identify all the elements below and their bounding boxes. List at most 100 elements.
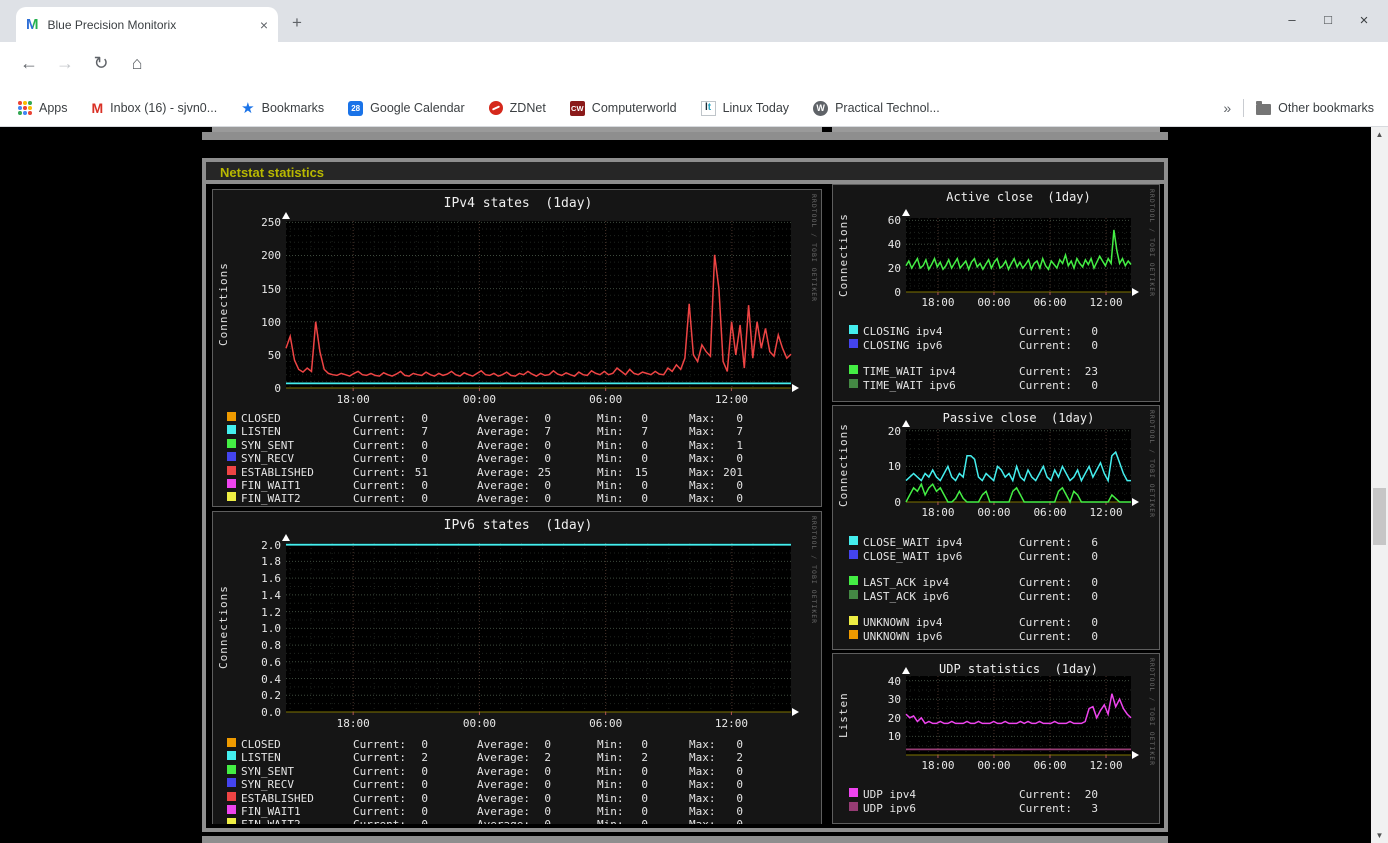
legend-current-value: 2: [421, 751, 428, 765]
legend-current-label: Current:: [1019, 549, 1072, 563]
legend-row: FIN_WAIT2Current:0Average:0Min:0Max:0: [213, 492, 821, 505]
tab-close-icon[interactable]: ×: [260, 17, 268, 33]
home-icon[interactable]: ⌂: [124, 53, 150, 74]
y-tick-label: 1.4: [261, 588, 281, 602]
legend-label: FIN_WAIT2: [241, 818, 301, 824]
legend-label: ESTABLISHED: [241, 465, 314, 479]
rrdtool-watermark: RRDTOOL / TOBI OETIKER: [810, 194, 818, 303]
scrollbar-down-icon[interactable]: ▼: [1371, 828, 1388, 843]
window-close-button[interactable]: ×: [1354, 12, 1374, 29]
axis-up-arrow-icon: [902, 420, 910, 427]
legend-current-value: 0: [421, 738, 428, 751]
legend-current-label: Current:: [1019, 325, 1072, 338]
y-tick-label: 1.6: [261, 572, 281, 586]
window-minimize-button[interactable]: –: [1282, 12, 1302, 27]
x-tick-label: 06:00: [589, 393, 623, 406]
bookmark-item[interactable]: CW Computerworld: [569, 100, 677, 116]
legend-min-value: 0: [641, 492, 648, 506]
x-tick-label: 00:00: [462, 393, 496, 406]
legend-label: LAST_ACK ipv4: [863, 576, 950, 589]
legend-swatch: [227, 751, 236, 761]
bookmark-item[interactable]: M Inbox (16) - sjvn0...: [92, 100, 218, 116]
bookmark-label: ZDNet: [509, 101, 546, 115]
browser-titlebar: M Blue Precision Monitorix × + – □ ×: [0, 0, 1388, 42]
legend-label: UNKNOWN ipv4: [863, 616, 943, 629]
y-axis-label: Connections: [837, 213, 850, 297]
bookmark-item[interactable]: ★ Bookmarks: [241, 99, 324, 117]
y-tick-label: 0: [894, 286, 901, 299]
browser-tab[interactable]: M Blue Precision Monitorix ×: [16, 7, 278, 42]
page-scrollbar[interactable]: ▲ ▼: [1371, 127, 1388, 843]
new-tab-button[interactable]: +: [292, 13, 302, 33]
scrollbar-up-icon[interactable]: ▲: [1371, 127, 1388, 142]
y-tick-label: 40: [887, 238, 901, 252]
legend-max-value: 7: [736, 425, 743, 439]
legend-swatch: [227, 818, 236, 824]
x-tick-label: 12:00: [714, 717, 748, 730]
legend-swatch: [849, 365, 858, 374]
legend-swatch: [849, 616, 858, 625]
legend-max-value: 201: [723, 465, 743, 479]
web-page-content: Netstat statistics IPv4 states (1day) Con…: [0, 127, 1371, 843]
x-tick-label: 12:00: [1089, 759, 1123, 772]
window-maximize-button[interactable]: □: [1318, 12, 1338, 27]
bookmarks-overflow-icon[interactable]: »: [1223, 100, 1231, 116]
x-tick-label: 00:00: [977, 506, 1011, 519]
bookmark-item[interactable]: Apps: [18, 101, 68, 115]
legend-row: SYN_RECV Current: 0 Average: 0 Min: 0 Max: 0: [213, 452, 821, 465]
legend-current-label: Current:: [1019, 338, 1072, 352]
legend-label: ESTABLISHED: [241, 791, 314, 805]
legend-current-value: 51: [414, 465, 428, 479]
legend-label: UDP ipv6: [863, 801, 916, 815]
chart-plot-area: [905, 429, 1131, 505]
legend-current-value: 0: [421, 452, 428, 466]
star-icon: ★: [241, 100, 255, 117]
chart-title: UDP statistics (1day): [939, 662, 1098, 676]
legend-average-value: 0: [544, 452, 551, 466]
forward-icon: →: [56, 53, 74, 73]
legend-min-value: 0: [641, 805, 648, 818]
bookmark-item[interactable]: W Practical Technol...: [813, 100, 940, 116]
legend-current-value: 0: [421, 412, 428, 425]
other-bookmarks-button[interactable]: Other bookmarks: [1256, 100, 1374, 115]
legend-row: ESTABLISHED Current: 51 Average: 25 Min: 15 Max…: [213, 465, 821, 479]
legend-current-value: 20: [1084, 788, 1098, 801]
legend-average-value: 0: [544, 764, 551, 778]
axis-up-arrow-icon: [282, 212, 290, 219]
legend-row: SYN_RECV Current: 0 Average: 0 Min: 0 Max: 0: [213, 778, 821, 791]
legend-label: FIN_WAIT2: [241, 492, 301, 506]
bookmark-item[interactable]: lt Linux Today: [700, 100, 789, 116]
legend-min-value: 0: [641, 764, 648, 778]
axis-right-arrow-icon: [792, 384, 799, 392]
legend-min-value: 0: [641, 738, 648, 751]
y-tick-label: 20: [887, 262, 901, 276]
reload-icon[interactable]: ↻: [88, 53, 114, 74]
back-icon[interactable]: ←: [16, 53, 42, 74]
legend-row: FIN_WAIT1 Current: 0 Average: 0 Min: 0 Max: 0: [213, 805, 821, 818]
legend-current-label: Current:: [1019, 589, 1072, 603]
legend-label: FIN_WAIT1: [241, 805, 301, 818]
legend-current-value: 0: [421, 764, 428, 778]
bookmark-item[interactable]: 28 Google Calendar: [348, 100, 465, 116]
scrollbar-thumb[interactable]: [1373, 488, 1386, 545]
legend-row: UNKNOWN ipv6 Current: 0: [833, 629, 1159, 643]
axis-up-arrow-icon: [282, 534, 290, 541]
linux-today-icon: lt: [700, 100, 716, 116]
legend-label: FIN_WAIT1: [241, 479, 301, 492]
legend-min-value: 0: [610, 818, 648, 824]
calendar-icon: 28: [348, 100, 364, 116]
y-tick-label: 1.0: [261, 622, 281, 636]
chart-plot-area: [905, 676, 1132, 758]
chart-title: IPv4 states (1day): [443, 196, 593, 211]
y-tick-label: 50: [267, 348, 281, 362]
legend-max-value: 0: [736, 738, 743, 751]
legend-row: LAST_ACK ipv6 Current: 0: [833, 589, 1159, 603]
legend-min-value: 0: [641, 452, 648, 466]
next-section-frame-top: [202, 836, 1168, 843]
legend-average-value: 0: [544, 438, 551, 452]
legend-current-value: 0: [421, 438, 428, 452]
rrdtool-watermark: RRDTOOL / TOBI OETIKER: [1148, 658, 1156, 767]
x-tick-label: 18:00: [921, 506, 955, 519]
bookmark-item[interactable]: ZDNet: [488, 101, 546, 115]
legend-average-value: 25: [537, 465, 551, 479]
